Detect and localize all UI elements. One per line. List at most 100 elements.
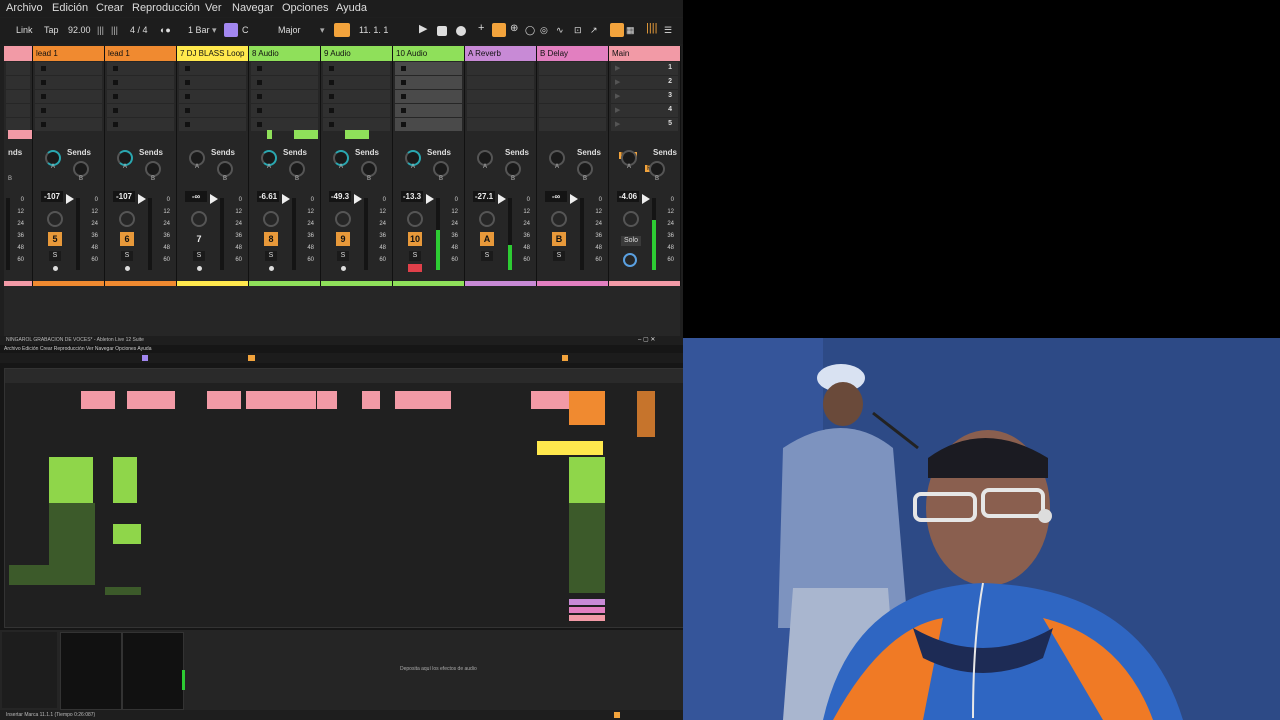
stop-clip-icon[interactable]: [41, 80, 46, 85]
record-icon[interactable]: [456, 26, 466, 36]
solo-button[interactable]: Solo: [621, 236, 641, 246]
volume-fader[interactable]: [570, 194, 578, 204]
audio-clip[interactable]: [81, 391, 115, 409]
return-track-b[interactable]: [569, 607, 605, 613]
clip-slot[interactable]: [323, 62, 390, 76]
clip-slot[interactable]: [107, 90, 174, 104]
scene-launch-icon[interactable]: ▶: [615, 120, 620, 128]
metronome-icon[interactable]: |||: [97, 25, 104, 35]
arm-button[interactable]: [197, 266, 202, 271]
clip-slot[interactable]: [395, 104, 462, 118]
send-b-knob[interactable]: [505, 161, 521, 177]
clip-playing-indicator[interactable]: [8, 130, 28, 139]
stop-clip-icon[interactable]: [329, 108, 334, 113]
track-activator[interactable]: 5: [48, 232, 62, 246]
stop-clip-icon[interactable]: [113, 108, 118, 113]
clip-slot[interactable]: [179, 118, 246, 132]
volume-value[interactable]: -49.3: [329, 191, 351, 202]
stop-clip-icon[interactable]: [185, 122, 190, 127]
clip-slot[interactable]: ▶ 2: [611, 76, 678, 90]
stop-clip-icon[interactable]: [41, 122, 46, 127]
clip-slot[interactable]: [35, 90, 102, 104]
track-header[interactable]: 8 Audio: [249, 46, 320, 61]
clip-slot[interactable]: [6, 90, 30, 104]
send-b-knob[interactable]: [433, 161, 449, 177]
audio-clip[interactable]: [113, 524, 141, 544]
audio-clip[interactable]: [207, 391, 241, 409]
stop-icon[interactable]: [437, 26, 447, 36]
clip-slot[interactable]: [323, 76, 390, 90]
volume-fader[interactable]: [354, 194, 362, 204]
clip-slot[interactable]: ▶ 1: [611, 62, 678, 76]
solo-button[interactable]: S: [265, 251, 277, 261]
return-track-a[interactable]: [569, 599, 605, 605]
arm-button[interactable]: [269, 266, 274, 271]
track-activator[interactable]: 8: [264, 232, 278, 246]
volume-fader[interactable]: [426, 194, 434, 204]
overdub-icon[interactable]: +: [478, 22, 484, 34]
volume-value[interactable]: -27.1: [473, 191, 495, 202]
stop-clip-icon[interactable]: [329, 80, 334, 85]
audio-clip[interactable]: [49, 457, 93, 503]
menu-opciones[interactable]: Opciones: [282, 2, 328, 14]
play-icon[interactable]: ▶: [419, 22, 427, 35]
menu-ayuda[interactable]: Ayuda: [336, 2, 367, 14]
quantize-select[interactable]: 1 Bar: [188, 25, 210, 35]
follow-icon[interactable]: |||: [111, 25, 118, 35]
track-header[interactable]: 7 DJ BLASS Loop: [177, 46, 248, 61]
clip-slot[interactable]: [467, 90, 534, 104]
key-select[interactable]: C: [242, 25, 249, 35]
arrangement-view-icon[interactable]: ☰: [664, 25, 672, 36]
clip-slot[interactable]: [179, 104, 246, 118]
clip-slot[interactable]: [323, 104, 390, 118]
track-activator[interactable]: B: [552, 232, 566, 246]
send-b-knob[interactable]: [649, 161, 665, 177]
solo-button[interactable]: S: [193, 251, 205, 261]
clip-slot[interactable]: [35, 62, 102, 76]
device-panel[interactable]: [60, 632, 122, 710]
stop-clip-icon[interactable]: [41, 66, 46, 71]
clip-slot[interactable]: [107, 76, 174, 90]
window-controls[interactable]: – ▢ ✕: [638, 336, 655, 343]
clip-slot[interactable]: [251, 90, 318, 104]
menu-ver[interactable]: Ver: [205, 2, 222, 14]
pan-knob[interactable]: [47, 211, 63, 227]
scene-launch-icon[interactable]: ▶: [615, 64, 620, 72]
audio-clip[interactable]: [113, 457, 137, 503]
clip-slot[interactable]: [179, 62, 246, 76]
volume-fader[interactable]: [498, 194, 506, 204]
track-activator[interactable]: 7: [192, 232, 206, 246]
cue-volume-knob[interactable]: [623, 253, 637, 267]
stop-clip-icon[interactable]: [329, 122, 334, 127]
scene-launch-icon[interactable]: ▶: [615, 106, 620, 114]
stop-clip-icon[interactable]: [113, 122, 118, 127]
tempo-field[interactable]: 92.00: [68, 25, 91, 35]
clip-slot[interactable]: [6, 62, 30, 76]
send-b-knob[interactable]: [145, 161, 161, 177]
volume-value[interactable]: -4.06: [617, 191, 639, 202]
solo-button[interactable]: S: [481, 251, 493, 261]
clip-slot[interactable]: [395, 90, 462, 104]
stop-clip-icon[interactable]: [113, 80, 118, 85]
clip-slot[interactable]: [467, 62, 534, 76]
arrangement-area[interactable]: [4, 368, 683, 628]
menu-crear[interactable]: Crear: [96, 2, 124, 14]
solo-button[interactable]: S: [409, 251, 421, 261]
session-record-icon[interactable]: ⊕: [510, 23, 518, 34]
track-activator[interactable]: 10: [408, 232, 422, 246]
pan-knob[interactable]: [191, 211, 207, 227]
loop-switch-icon[interactable]: ⊡: [574, 25, 582, 36]
track-header[interactable]: [4, 46, 32, 61]
track-header[interactable]: Main: [609, 46, 680, 61]
stop-clip-icon[interactable]: [113, 94, 118, 99]
volume-fader[interactable]: [138, 194, 146, 204]
track-header[interactable]: 10 Audio: [393, 46, 464, 61]
track-headers[interactable]: [569, 391, 605, 425]
stop-clip-icon[interactable]: [185, 94, 190, 99]
volume-value[interactable]: -107: [113, 191, 135, 202]
volume-value[interactable]: -6.61: [257, 191, 279, 202]
clip-slot[interactable]: [35, 104, 102, 118]
stop-clip-icon[interactable]: [41, 108, 46, 113]
main-track[interactable]: [569, 615, 605, 621]
volume-fields[interactable]: [637, 391, 655, 437]
